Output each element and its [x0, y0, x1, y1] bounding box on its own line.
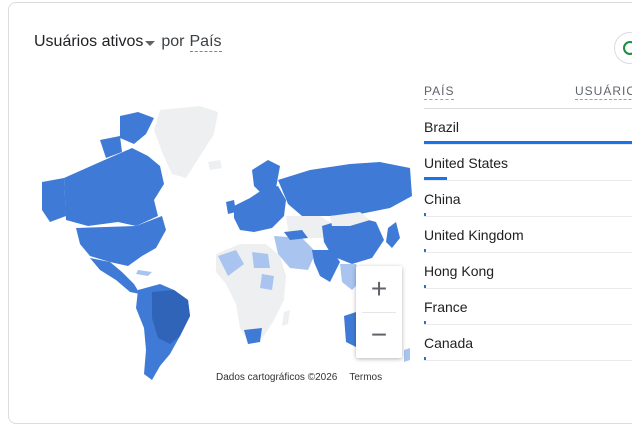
table-row[interactable]: Hong Kong — [424, 253, 632, 289]
country-name: China — [424, 191, 461, 207]
map-japan — [386, 222, 400, 248]
map-russia — [278, 162, 412, 216]
share-bar — [424, 285, 427, 288]
zoom-out-button[interactable]: − — [356, 312, 402, 358]
table-row[interactable]: France — [424, 289, 632, 325]
map-attribution: Dados cartográficos ©2026 Termos — [212, 369, 387, 385]
map-alaska — [42, 178, 66, 222]
map-greenland — [154, 106, 218, 178]
zoom-in-button[interactable]: + — [356, 266, 402, 312]
country-name: United States — [424, 155, 509, 171]
column-header-users[interactable]: USUÁRIOS — [575, 84, 632, 100]
share-bar — [424, 141, 632, 144]
share-bar — [424, 177, 447, 180]
map-canada-islands — [120, 112, 154, 144]
country-name: United Kingdom — [424, 227, 524, 243]
table-row[interactable]: United States — [424, 145, 632, 181]
map-canada — [64, 148, 164, 226]
map-mexico — [90, 258, 140, 294]
share-bar — [424, 357, 426, 360]
map-data-credit: Dados cartográficos ©2026 — [216, 371, 338, 383]
map-zoom-controls: + − — [356, 266, 402, 358]
caret-down-icon — [145, 40, 156, 46]
country-name: Brazil — [424, 119, 460, 135]
terms-link[interactable]: Termos — [349, 372, 382, 383]
dimension-selector[interactable]: País — [189, 33, 222, 52]
country-name: Hong Kong — [424, 263, 495, 279]
table-row[interactable]: Canada — [424, 325, 632, 361]
country-table: PAÍS USUÁRIOS Brazil United States China Un… — [424, 80, 632, 361]
share-bar — [424, 321, 427, 324]
map-europe — [234, 186, 286, 232]
table-row[interactable]: United Kingdom — [424, 217, 632, 253]
column-header-country[interactable]: PAÍS — [424, 84, 455, 100]
map-brazil — [152, 290, 190, 344]
table-header: PAÍS USUÁRIOS — [424, 80, 632, 109]
share-bar — [424, 213, 427, 216]
map-south-africa — [244, 328, 262, 344]
table-row[interactable]: China — [424, 181, 632, 217]
share-bar — [424, 249, 427, 252]
card-header: Usuários ativos por País — [34, 30, 222, 54]
country-name: Canada — [424, 335, 474, 351]
metric-label: Usuários ativos — [34, 33, 144, 50]
table-row[interactable]: Brazil — [424, 109, 632, 145]
connector-label: por — [161, 33, 185, 50]
metric-dropdown[interactable]: Usuários ativos — [34, 33, 156, 51]
country-name: France — [424, 299, 468, 315]
